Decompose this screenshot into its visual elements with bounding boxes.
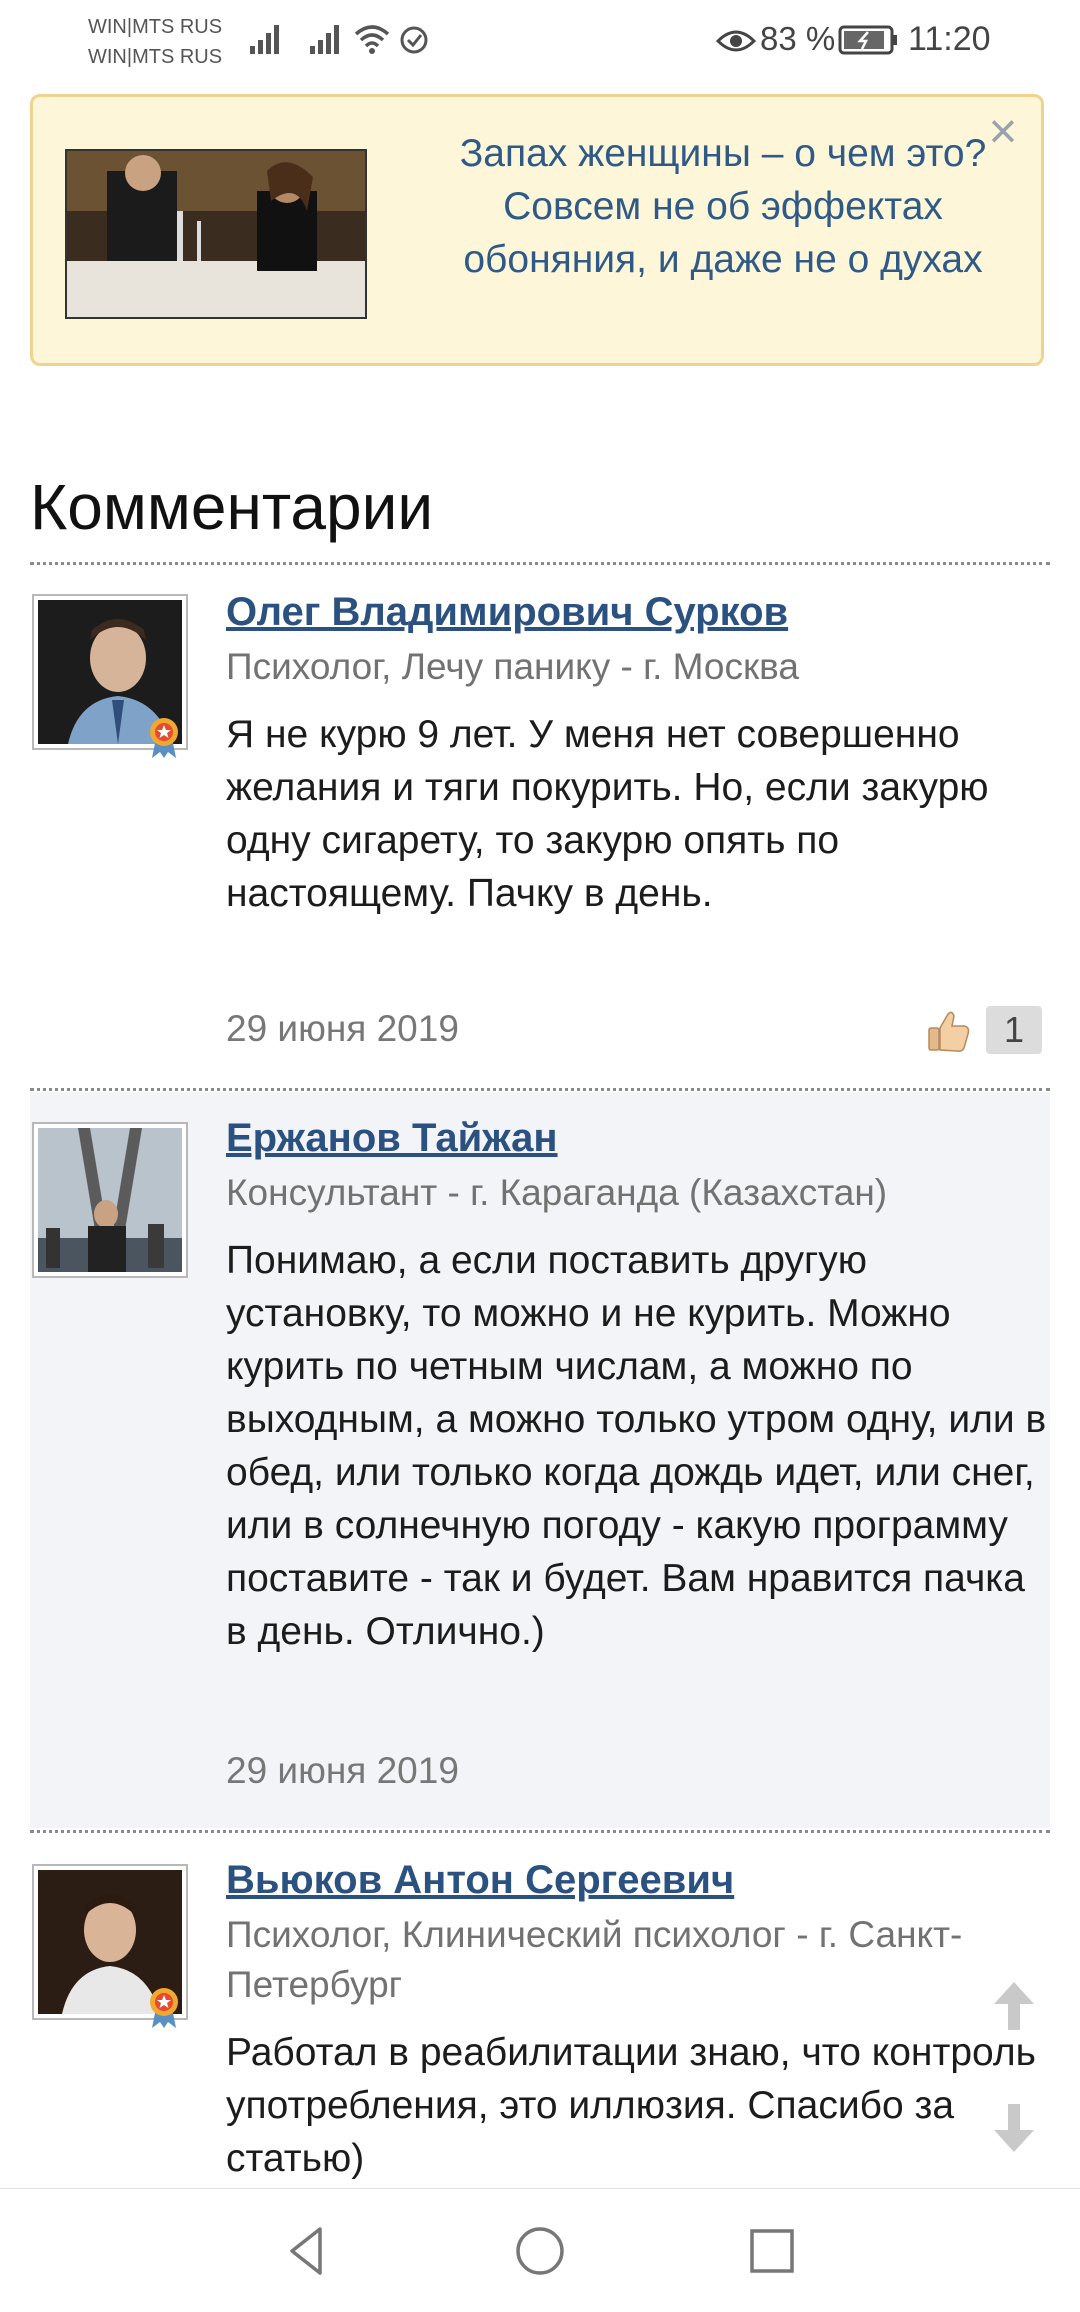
like-count: 1: [986, 1006, 1042, 1054]
comment-author-role: Психолог, Клинический психолог - г. Санк…: [226, 1914, 963, 2005]
comment-author-role: Психолог, Лечу панику - г. Москва: [226, 646, 799, 687]
arrow-up-icon[interactable]: [990, 1978, 1038, 2034]
promo-banner[interactable]: Запах женщины – о чем это? Совсем не об …: [30, 94, 1044, 366]
battery-icon: [838, 25, 897, 55]
nav-back-icon[interactable]: [276, 2219, 340, 2283]
comment-author-link[interactable]: Олег Владимирович Сурков: [226, 590, 788, 635]
thumbs-up-icon[interactable]: [926, 1008, 972, 1054]
signal-icon: [250, 25, 279, 54]
comment-text: Понимаю, а если поставить другую установ…: [226, 1239, 1047, 1653]
award-badge-icon: [150, 1988, 178, 2028]
carrier-info: WIN|MTS RUS WIN|MTS RUS: [88, 12, 222, 72]
promo-link-text[interactable]: Запах женщины – о чем это? Совсем не об …: [423, 127, 1023, 286]
eye-icon: [716, 30, 756, 52]
divider: [30, 1830, 1050, 1833]
arrow-down-icon[interactable]: [990, 2100, 1038, 2156]
divider: [30, 562, 1050, 565]
comment-author-link[interactable]: Вьюков Антон Сергеевич: [226, 1858, 734, 1903]
close-icon[interactable]: ×: [981, 106, 1025, 156]
divider: [30, 1088, 1050, 1091]
comment-item: Вьюков Антон Сергеевич Психолог, Клиниче…: [30, 1834, 1050, 2188]
comment-item: Олег Владимирович Сурков Психолог, Лечу …: [30, 566, 1050, 1086]
avatar-photo: [38, 1128, 182, 1272]
comment-author-role: Консультант - г. Караганда (Казахстан): [226, 1172, 888, 1213]
sync-check-icon: [400, 26, 428, 54]
comment-text: Я не курю 9 лет. У меня нет совершенно ж…: [226, 713, 989, 915]
comment-date: 29 июня 2019: [226, 1008, 459, 1049]
status-bar: WIN|MTS RUS WIN|MTS RUS 83 % 11:20: [0, 0, 1080, 82]
avatar[interactable]: [32, 1122, 188, 1278]
comment-text: Работал в реабилитации знаю, что контрол…: [226, 2031, 1036, 2180]
carrier-1: WIN|MTS RUS: [88, 16, 223, 38]
comments-heading: Комментарии: [30, 471, 434, 543]
clock: 11:20: [908, 20, 991, 58]
signal-icon: [310, 25, 339, 54]
carrier-2: WIN|MTS RUS: [88, 46, 223, 68]
nav-home-icon[interactable]: [508, 2219, 572, 2283]
battery-percent: 83 %: [760, 20, 836, 57]
comment-author-link[interactable]: Ержанов Тайжан: [226, 1116, 558, 1161]
promo-image[interactable]: [65, 149, 367, 319]
nav-recent-icon[interactable]: [740, 2219, 804, 2283]
award-badge-icon: [150, 718, 178, 758]
navigation-bar: [0, 2188, 1080, 2312]
page: WIN|MTS RUS WIN|MTS RUS 83 % 11:20 Запах…: [0, 0, 1080, 2312]
promo-photo: [67, 151, 365, 317]
comment-date: 29 июня 2019: [226, 1750, 459, 1791]
comment-item: Ержанов Тайжан Консультант - г. Караганд…: [30, 1092, 1050, 1828]
wifi-icon: [354, 25, 390, 54]
